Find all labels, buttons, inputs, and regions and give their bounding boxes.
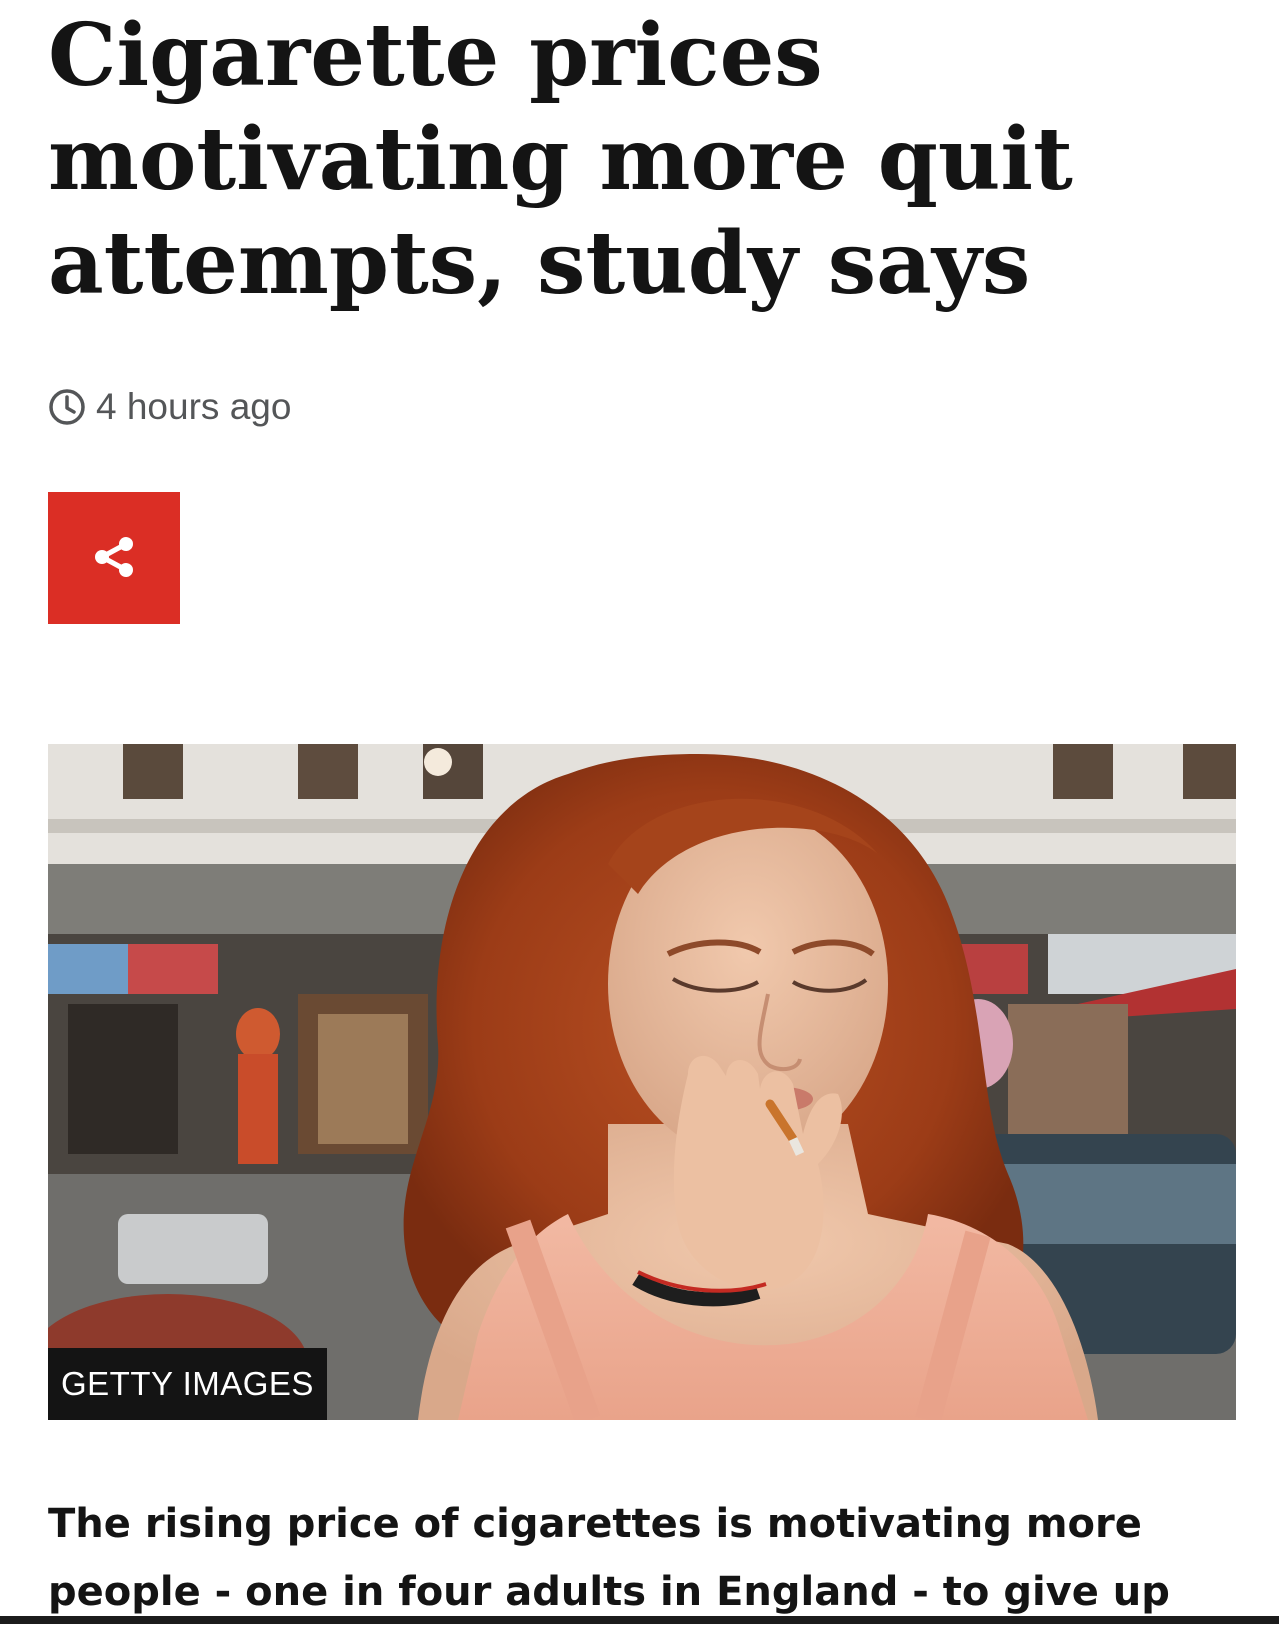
woman-smoking-photo <box>48 744 1236 1420</box>
article-timestamp: 4 hours ago <box>48 382 291 432</box>
timestamp-text: 4 hours ago <box>96 386 292 427</box>
article-summary: The rising price of cigarettes is motiva… <box>48 1501 1170 1615</box>
share-icon <box>91 534 137 583</box>
article-hero-image: GETTY IMAGES <box>48 744 1236 1420</box>
share-button[interactable] <box>48 492 180 624</box>
clock-icon <box>48 388 86 426</box>
bottom-divider <box>0 1616 1279 1624</box>
image-credit: GETTY IMAGES <box>48 1348 327 1420</box>
article-headline: Cigarette prices motivating more quit at… <box>48 5 1073 314</box>
